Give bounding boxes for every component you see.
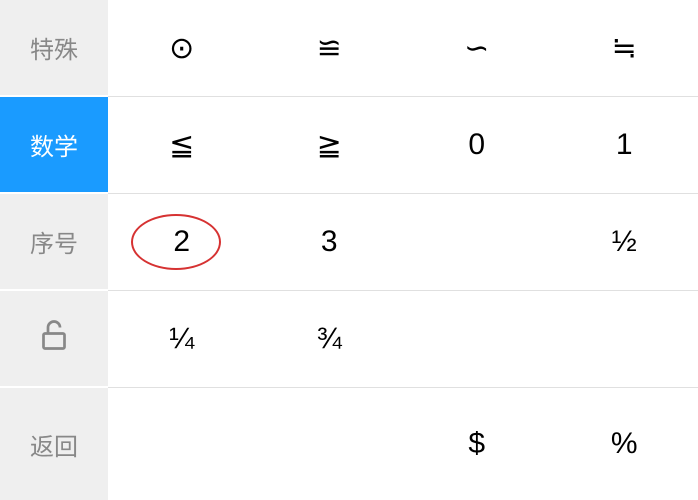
sidebar-item-label: 数学: [30, 127, 78, 162]
symbol-label: $: [468, 427, 485, 461]
symbol-label: ¾: [317, 322, 342, 356]
symbol-cell-greater-equal[interactable]: ≧: [256, 97, 404, 193]
sidebar-item-special[interactable]: 特殊: [0, 0, 108, 97]
symbol-cell-empty[interactable]: [108, 388, 256, 500]
grid-row: ≦ ≧ 0 1: [108, 97, 698, 194]
symbol-cell-similar[interactable]: ∽: [403, 0, 551, 96]
symbol-cell-empty[interactable]: [256, 388, 404, 500]
symbol-cell-two[interactable]: 2: [108, 194, 256, 290]
symbol-label: ½: [612, 225, 637, 259]
symbol-cell-one[interactable]: 1: [551, 97, 698, 193]
symbol-label: ⊙: [169, 31, 194, 66]
sidebar-item-label: 返回: [30, 427, 78, 462]
grid-row: $ %: [108, 388, 698, 500]
sidebar-item-lock[interactable]: [0, 291, 108, 388]
symbol-label: ≦: [169, 128, 194, 163]
sidebar-item-math[interactable]: 数学: [0, 97, 108, 194]
symbol-cell-congruent[interactable]: ≌: [256, 0, 404, 96]
symbol-cell-percent[interactable]: %: [551, 388, 698, 500]
symbol-label: ≌: [317, 31, 342, 66]
symbol-cell-dollar[interactable]: $: [403, 388, 551, 500]
symbol-label: 3: [321, 225, 338, 259]
sidebar-item-back[interactable]: 返回: [0, 388, 108, 500]
unlock-icon: [36, 317, 72, 360]
grid-row: 2 3 ½: [108, 194, 698, 291]
symbol-cell-empty[interactable]: [403, 291, 551, 387]
symbol-cell-three[interactable]: 3: [256, 194, 404, 290]
symbol-cell-half[interactable]: ½: [551, 194, 698, 290]
symbol-label: 2: [173, 225, 190, 259]
symbol-cell-less-equal[interactable]: ≦: [108, 97, 256, 193]
sidebar-item-number[interactable]: 序号: [0, 194, 108, 291]
sidebar-item-label: 特殊: [30, 30, 78, 65]
symbol-cell-quarter[interactable]: ¼: [108, 291, 256, 387]
symbol-cell-approx-equal[interactable]: ≒: [551, 0, 698, 96]
symbol-label: ≒: [612, 31, 637, 66]
symbol-label: ≧: [317, 128, 342, 163]
sidebar-item-label: 序号: [30, 224, 78, 259]
symbol-label: %: [611, 427, 638, 461]
grid-row: ¼ ¾: [108, 291, 698, 388]
symbol-cell-three-quarter[interactable]: ¾: [256, 291, 404, 387]
symbol-cell-circled-dot[interactable]: ⊙: [108, 0, 256, 96]
symbol-grid: ⊙ ≌ ∽ ≒ ≦ ≧ 0 1 2 3 ½ ¼ ¾ $ %: [108, 0, 698, 500]
symbol-cell-empty[interactable]: [551, 291, 698, 387]
symbol-cell-zero[interactable]: 0: [403, 97, 551, 193]
sidebar: 特殊 数学 序号 返回: [0, 0, 108, 500]
symbol-label: ¼: [169, 322, 194, 356]
symbol-label: 1: [616, 128, 633, 162]
grid-row: ⊙ ≌ ∽ ≒: [108, 0, 698, 97]
symbol-cell-empty[interactable]: [403, 194, 551, 290]
symbol-label: ∽: [464, 31, 489, 66]
symbol-label: 0: [468, 128, 485, 162]
